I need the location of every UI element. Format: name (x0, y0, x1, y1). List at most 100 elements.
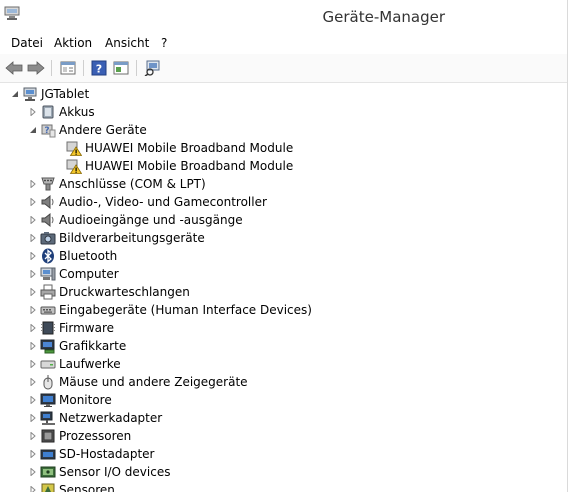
tree-item-4[interactable]: Audioeingänge und -ausgänge (28, 211, 243, 229)
expand-arrow-icon[interactable] (28, 445, 38, 463)
expand-arrow-icon[interactable] (28, 337, 38, 355)
properties-icon[interactable] (58, 58, 78, 78)
tree-item-label: Mäuse und andere Zeigegeräte (59, 375, 248, 389)
show-hide-pane-icon[interactable] (111, 58, 131, 78)
port-icon (40, 176, 56, 192)
toolbar-separator (83, 60, 84, 76)
display-adapter-icon (40, 338, 56, 354)
tree-item-15[interactable]: Netzwerkadapter (28, 409, 162, 427)
tree-item-3[interactable]: Audio-, Video- und Gamecontroller (28, 193, 267, 211)
svg-text:?: ? (96, 63, 102, 76)
expand-arrow-icon[interactable] (28, 463, 38, 481)
expand-arrow-icon[interactable] (28, 229, 38, 247)
help-icon[interactable]: ? (89, 58, 109, 78)
tree-item-label: Sensor I/O devices (59, 465, 171, 479)
tree-item-9[interactable]: Eingabegeräte (Human Interface Devices) (28, 301, 312, 319)
tree-item-label: Prozessoren (59, 429, 132, 443)
expand-arrow-icon[interactable] (28, 301, 38, 319)
tree-item-6[interactable]: Bluetooth (28, 247, 117, 265)
tree-item-label: Eingabegeräte (Human Interface Devices) (59, 303, 312, 317)
tree-item-label: Anschlüsse (COM & LPT) (59, 177, 206, 191)
expand-arrow-icon[interactable] (28, 193, 38, 211)
expand-arrow-icon[interactable] (28, 481, 38, 492)
menu-datei[interactable]: Datei (11, 36, 43, 50)
menu-aktion[interactable]: Aktion (54, 36, 92, 50)
tree-item-label: Grafikkarte (59, 339, 127, 353)
toolbar: ? (0, 54, 568, 83)
expand-arrow-icon[interactable] (28, 265, 38, 283)
tree-item-18[interactable]: Sensor I/O devices (28, 463, 170, 481)
expand-arrow-icon[interactable] (28, 103, 38, 121)
expand-arrow-icon[interactable] (28, 355, 38, 373)
expand-arrow-icon[interactable] (28, 211, 38, 229)
tree-item-14[interactable]: Monitore (28, 391, 112, 409)
tree-item-label: Sensoren (59, 483, 115, 492)
expand-arrow-icon[interactable] (28, 427, 38, 445)
toolbar-separator (51, 60, 52, 76)
tree-item-10[interactable]: Firmware (28, 319, 114, 337)
tree-item-label: Audio-, Video- und Gamecontroller (59, 195, 267, 209)
tree-item-label: HUAWEI Mobile Broadband Module (85, 159, 294, 173)
printer-icon (40, 284, 56, 300)
tree-item-11[interactable]: Grafikkarte (28, 337, 126, 355)
warning-device-icon (66, 158, 82, 174)
network-icon (40, 410, 56, 426)
tree-item-17[interactable]: SD-Hostadapter (28, 445, 154, 463)
tree-item-label: Andere Geräte (59, 123, 147, 137)
collapse-arrow-icon[interactable] (10, 85, 20, 103)
warning-device-icon (66, 140, 82, 156)
tree-item-1[interactable]: ? Andere Geräte (28, 121, 147, 139)
menu-ansicht[interactable]: Ansicht (105, 36, 149, 50)
tree-item-label: Akkus (59, 105, 95, 119)
back-arrow-icon[interactable] (4, 58, 24, 78)
forward-arrow-icon[interactable] (26, 58, 46, 78)
expand-arrow-icon[interactable] (28, 373, 38, 391)
expand-arrow-icon[interactable] (28, 247, 38, 265)
expand-arrow-icon[interactable] (28, 409, 38, 427)
tree-item-label: Bildverarbeitungsgeräte (59, 231, 205, 245)
computer-root-icon (22, 86, 38, 102)
tree-item-12[interactable]: Laufwerke (28, 355, 121, 373)
expand-arrow-icon[interactable] (28, 175, 38, 193)
tree-item-0[interactable]: Akkus (28, 103, 95, 121)
bluetooth-icon (40, 248, 56, 264)
sd-icon (40, 446, 56, 462)
device-tree[interactable]: JGTablet Akkus? Andere Geräte HUAWEI Mobile… (0, 83, 568, 492)
tree-item-label: Computer (59, 267, 119, 281)
hid-icon (40, 302, 56, 318)
tree-item-1-child-1[interactable]: HUAWEI Mobile Broadband Module (54, 157, 293, 175)
expand-arrow-icon[interactable] (28, 319, 38, 337)
tree-item-label: Laufwerke (59, 357, 121, 371)
toolbar-separator (136, 60, 137, 76)
tree-item-label: JGTablet (41, 87, 90, 101)
tree-item-label: SD-Hostadapter (59, 447, 155, 461)
expand-arrow-icon[interactable] (28, 391, 38, 409)
title-bar: Geräte-Manager (0, 0, 568, 32)
monitor-icon (40, 392, 56, 408)
collapse-arrow-icon[interactable] (28, 121, 38, 139)
tree-item-label: Netzwerkadapter (59, 411, 163, 425)
unknown-device-icon: ? (40, 122, 56, 138)
tree-item-13[interactable]: Mäuse und andere Zeigegeräte (28, 373, 248, 391)
tree-item-label: Druckwarteschlangen (59, 285, 190, 299)
sensor-icon (40, 482, 56, 492)
battery-icon (40, 104, 56, 120)
speaker-icon (40, 212, 56, 228)
tree-item-16[interactable]: Prozessoren (28, 427, 131, 445)
tree-item-label: Bluetooth (59, 249, 118, 263)
tree-root-jgtablet[interactable]: JGTablet (10, 85, 89, 103)
tree-item-19[interactable]: Sensoren (28, 481, 115, 492)
tree-item-5[interactable]: Bildverarbeitungsgeräte (28, 229, 205, 247)
tree-item-1-child-0[interactable]: HUAWEI Mobile Broadband Module (54, 139, 293, 157)
tree-item-2[interactable]: Anschlüsse (COM & LPT) (28, 175, 206, 193)
processor-icon (40, 428, 56, 444)
expand-arrow-icon[interactable] (28, 283, 38, 301)
tree-item-8[interactable]: Druckwarteschlangen (28, 283, 190, 301)
tree-item-label: Monitore (59, 393, 112, 407)
firmware-icon (40, 320, 56, 336)
scan-hardware-icon[interactable] (143, 58, 163, 78)
tree-item-7[interactable]: Computer (28, 265, 119, 283)
tree-item-label: Audioeingänge und -ausgänge (59, 213, 243, 227)
menu-help[interactable]: ? (161, 36, 167, 50)
